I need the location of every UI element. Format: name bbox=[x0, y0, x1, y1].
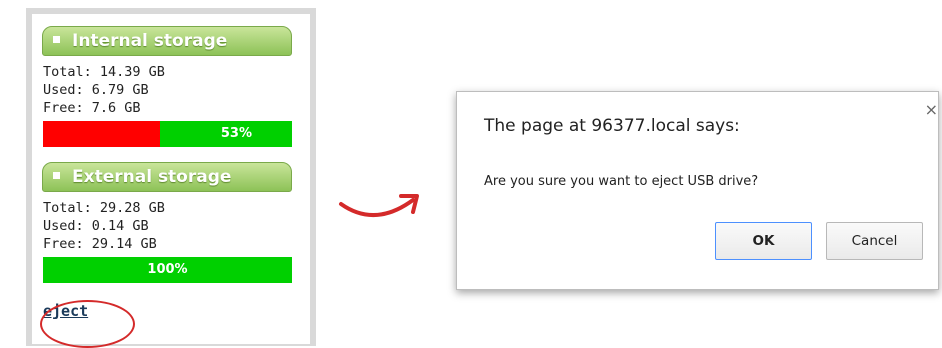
dialog-message: Are you sure you want to eject USB drive… bbox=[484, 174, 759, 189]
dialog-title: The page at 96377.local says: bbox=[484, 116, 740, 136]
external-total: Total: 29.28 GB bbox=[43, 200, 165, 216]
close-icon[interactable]: × bbox=[925, 100, 938, 119]
internal-storage-title: Internal storage bbox=[72, 31, 228, 51]
internal-total: Total: 14.39 GB bbox=[43, 64, 165, 80]
internal-free: Free: 7.6 GB bbox=[43, 100, 141, 116]
internal-percent: 53% bbox=[220, 126, 252, 141]
storage-panel: Internal storage Total: 14.39 GB Used: 6… bbox=[26, 8, 316, 348]
curved-arrow-icon bbox=[339, 194, 419, 217]
storage-panel-content: Internal storage Total: 14.39 GB Used: 6… bbox=[32, 14, 310, 344]
internal-used: Used: 6.79 GB bbox=[43, 82, 149, 98]
bullet-icon bbox=[53, 171, 60, 179]
ok-button[interactable]: OK bbox=[715, 222, 812, 260]
external-usage-bar: 100% bbox=[43, 257, 292, 283]
external-storage-title: External storage bbox=[72, 167, 232, 187]
internal-storage-header: Internal storage bbox=[42, 26, 292, 56]
external-percent: 100% bbox=[147, 262, 188, 277]
external-used: Used: 0.14 GB bbox=[43, 218, 149, 234]
confirm-dialog: The page at 96377.local says: × Are you … bbox=[456, 91, 939, 290]
bullet-icon bbox=[53, 35, 60, 43]
eject-highlight-circle bbox=[40, 300, 135, 348]
external-storage-header: External storage bbox=[42, 162, 292, 192]
cancel-button[interactable]: Cancel bbox=[826, 222, 923, 260]
internal-usage-bar: 53% bbox=[43, 121, 292, 147]
external-free: Free: 29.14 GB bbox=[43, 236, 157, 252]
